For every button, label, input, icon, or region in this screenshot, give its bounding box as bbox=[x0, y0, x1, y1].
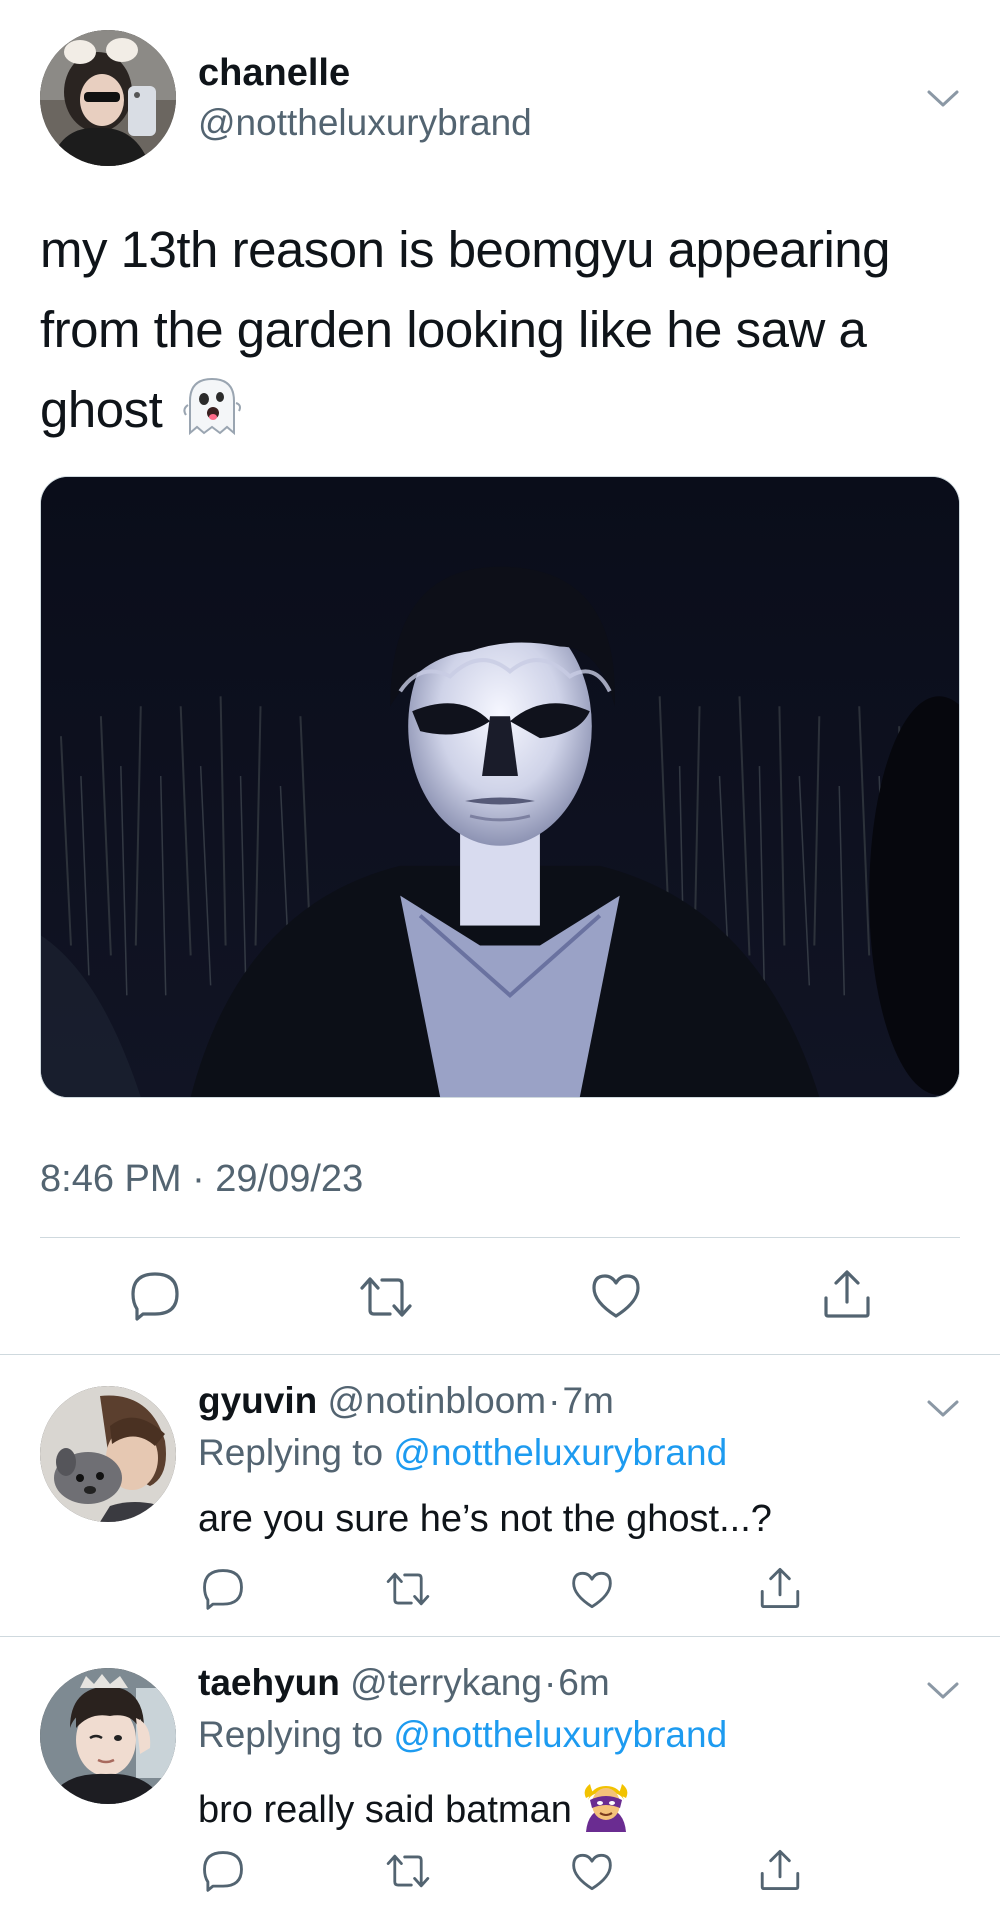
reply-icon[interactable] bbox=[201, 1568, 245, 1610]
author-name[interactable]: chanelle bbox=[198, 52, 350, 95]
reply-time[interactable]: 6m bbox=[558, 1662, 609, 1703]
reply-icon[interactable] bbox=[201, 1850, 245, 1892]
retweet-icon[interactable] bbox=[356, 1274, 416, 1320]
author-name[interactable]: taehyun bbox=[198, 1662, 340, 1703]
tweet-text-body: my 13th reason is beomgyu appearing from… bbox=[40, 221, 891, 438]
replying-to-label: Replying to bbox=[198, 1714, 394, 1755]
avatar-image bbox=[40, 1668, 176, 1804]
more-options-chevron-icon[interactable] bbox=[926, 1680, 960, 1702]
share-icon[interactable] bbox=[821, 1268, 873, 1320]
author-handle[interactable]: @notinbloom bbox=[328, 1380, 547, 1421]
retweet-icon[interactable] bbox=[383, 1570, 433, 1608]
like-icon[interactable] bbox=[570, 1852, 614, 1892]
author-handle[interactable]: @nottheluxurybrand bbox=[198, 102, 532, 144]
more-options-chevron-icon[interactable] bbox=[926, 88, 960, 110]
avatar[interactable] bbox=[40, 30, 176, 166]
avatar-image bbox=[40, 1386, 176, 1522]
tweet-thread-page: chanelle @nottheluxurybrand my 13th reas… bbox=[0, 0, 1000, 1920]
reply-text-body: bro really said batman bbox=[198, 1789, 572, 1831]
reply-tweet[interactable]: gyuvin @notinbloom·7m Replying to @notth… bbox=[0, 1354, 1000, 1636]
supervillain-emoji-icon bbox=[580, 1780, 632, 1832]
tweet-timestamp[interactable]: 8:46 PM · 29/09/23 bbox=[40, 1158, 363, 1201]
reply-tweet[interactable]: taehyun @terrykang·6m Replying to @notth… bbox=[0, 1636, 1000, 1920]
reply-header: gyuvin @notinbloom·7m bbox=[198, 1380, 614, 1422]
like-icon[interactable] bbox=[570, 1570, 614, 1610]
share-icon[interactable] bbox=[758, 1566, 802, 1610]
divider bbox=[40, 1237, 960, 1238]
share-icon[interactable] bbox=[758, 1848, 802, 1892]
reply-icon[interactable] bbox=[129, 1271, 181, 1321]
author-name[interactable]: gyuvin bbox=[198, 1380, 317, 1421]
reply-header: taehyun @terrykang·6m bbox=[198, 1662, 610, 1704]
author-handle[interactable]: @terrykang bbox=[350, 1662, 542, 1703]
like-icon[interactable] bbox=[590, 1272, 642, 1320]
retweet-icon[interactable] bbox=[383, 1852, 433, 1890]
mention-link[interactable]: @nottheluxurybrand bbox=[393, 1714, 727, 1755]
more-options-chevron-icon[interactable] bbox=[926, 1398, 960, 1420]
tweet-media-image[interactable] bbox=[40, 476, 960, 1098]
avatar[interactable] bbox=[40, 1668, 176, 1804]
tweet-text: my 13th reason is beomgyu appearing from… bbox=[40, 210, 970, 450]
avatar[interactable] bbox=[40, 1386, 176, 1522]
ghost-emoji-icon bbox=[182, 375, 242, 437]
reply-text: bro really said batman bbox=[198, 1780, 632, 1832]
reply-time[interactable]: 7m bbox=[562, 1380, 613, 1421]
mention-link[interactable]: @nottheluxurybrand bbox=[393, 1432, 727, 1473]
replying-to: Replying to @nottheluxurybrand bbox=[198, 1714, 727, 1756]
reply-text: are you sure he’s not the ghost...? bbox=[198, 1498, 772, 1540]
dot-separator: · bbox=[548, 1380, 561, 1421]
dot-separator: · bbox=[543, 1662, 557, 1703]
replying-to-label: Replying to bbox=[198, 1432, 394, 1473]
avatar-image bbox=[40, 30, 176, 166]
replying-to: Replying to @nottheluxurybrand bbox=[198, 1432, 727, 1474]
